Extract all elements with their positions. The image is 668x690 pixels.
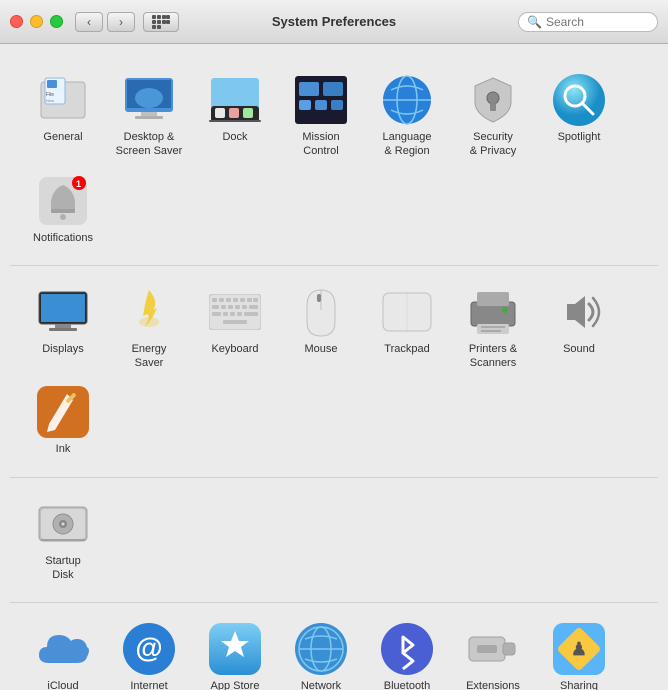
appstore-icon (209, 623, 261, 675)
pref-item-dock[interactable]: Dock (194, 68, 276, 165)
mission-icon (295, 74, 347, 126)
pref-item-spotlight[interactable]: Spotlight (538, 68, 620, 165)
pref-item-mouse[interactable]: Mouse (280, 280, 362, 377)
svg-text:♟: ♟ (571, 639, 587, 659)
pref-item-security[interactable]: Security& Privacy (452, 68, 534, 165)
security-icon (467, 74, 519, 126)
internet-label: InternetAccounts (126, 679, 171, 690)
svg-text:New: New (46, 98, 54, 103)
pref-item-extensions[interactable]: Extensions (452, 617, 534, 690)
dock-label: Dock (222, 130, 247, 144)
window-title: System Preferences (272, 14, 396, 29)
mouse-label: Mouse (304, 342, 337, 356)
keyboard-label: Keyboard (211, 342, 258, 356)
internet-icon: @ (123, 623, 175, 675)
personal-section: File New General Desktop &Screen Saver (10, 58, 658, 266)
pref-item-energy[interactable]: EnergySaver (108, 280, 190, 377)
extensions-icon (467, 623, 519, 675)
general-label: General (43, 130, 82, 144)
trackpad-icon (381, 286, 433, 338)
back-button[interactable]: ‹ (75, 12, 103, 32)
pref-item-mission[interactable]: MissionControl (280, 68, 362, 165)
traffic-lights (10, 15, 63, 28)
pref-item-trackpad[interactable]: Trackpad (366, 280, 448, 377)
ink-label: Ink (56, 442, 71, 456)
pref-item-startup[interactable]: StartupDisk (22, 492, 104, 589)
hardware-section: Displays EnergySaver (10, 270, 658, 478)
pref-item-network[interactable]: Network (280, 617, 362, 690)
extensions-label: Extensions (466, 679, 520, 690)
titlebar: ‹ › System Preferences 🔍 (0, 0, 668, 44)
pref-item-icloud[interactable]: iCloud (22, 617, 104, 690)
forward-button[interactable]: › (107, 12, 135, 32)
close-button[interactable] (10, 15, 23, 28)
dock-icon (209, 74, 261, 126)
startup-icon (37, 498, 89, 550)
trackpad-label: Trackpad (384, 342, 429, 356)
notifications-icon: 1 (37, 175, 89, 227)
pref-item-ink[interactable]: Ink (22, 380, 104, 462)
internet-section: iCloud @ InternetAccounts (10, 607, 658, 690)
general-icon: File New (37, 74, 89, 126)
network-label: Network (301, 679, 341, 690)
pref-item-language[interactable]: Language& Region (366, 68, 448, 165)
startup-label: StartupDisk (45, 554, 80, 583)
svg-text:1: 1 (76, 179, 81, 189)
printers-label: Printers &Scanners (469, 342, 517, 371)
energy-label: EnergySaver (132, 342, 167, 371)
nav-buttons: ‹ › (75, 12, 135, 32)
show-all-button[interactable] (143, 12, 179, 32)
bluetooth-icon (381, 623, 433, 675)
sharing-label: Sharing (560, 679, 598, 690)
search-icon: 🔍 (527, 15, 542, 29)
displays-icon (37, 286, 89, 338)
pref-item-desktop[interactable]: Desktop &Screen Saver (108, 68, 190, 165)
language-icon (381, 74, 433, 126)
pref-item-notifications[interactable]: 1 Notifications (22, 169, 104, 251)
sharing-icon: ♟ (553, 623, 605, 675)
icloud-icon (37, 623, 89, 675)
pref-item-appstore[interactable]: App Store (194, 617, 276, 690)
displays-label: Displays (42, 342, 84, 356)
pref-item-printers[interactable]: Printers &Scanners (452, 280, 534, 377)
language-label: Language& Region (383, 130, 432, 159)
notifications-label: Notifications (33, 231, 93, 245)
main-content: File New General Desktop &Screen Saver (0, 44, 668, 690)
sound-label: Sound (563, 342, 595, 356)
printers-icon (467, 286, 519, 338)
desktop-label: Desktop &Screen Saver (116, 130, 183, 159)
minimize-button[interactable] (30, 15, 43, 28)
maximize-button[interactable] (50, 15, 63, 28)
mouse-icon (295, 286, 347, 338)
pref-item-internet[interactable]: @ InternetAccounts (108, 617, 190, 690)
search-input[interactable] (546, 15, 649, 29)
pref-item-keyboard[interactable]: Keyboard (194, 280, 276, 377)
pref-item-bluetooth[interactable]: Bluetooth (366, 617, 448, 690)
search-box[interactable]: 🔍 (518, 12, 658, 32)
appstore-label: App Store (211, 679, 260, 690)
svg-text:@: @ (135, 632, 162, 663)
keyboard-icon (209, 286, 261, 338)
spotlight-icon (553, 74, 605, 126)
energy-icon (123, 286, 175, 338)
icloud-label: iCloud (47, 679, 78, 690)
desktop-icon (123, 74, 175, 126)
security-label: Security& Privacy (470, 130, 516, 159)
pref-item-general[interactable]: File New General (22, 68, 104, 165)
pref-item-sound[interactable]: Sound (538, 280, 620, 377)
network-icon (295, 623, 347, 675)
spotlight-label: Spotlight (558, 130, 601, 144)
mission-label: MissionControl (302, 130, 339, 159)
startup-section: StartupDisk (10, 482, 658, 604)
pref-item-sharing[interactable]: ♟ Sharing (538, 617, 620, 690)
pref-item-displays[interactable]: Displays (22, 280, 104, 377)
bluetooth-label: Bluetooth (384, 679, 430, 690)
sound-icon (553, 286, 605, 338)
ink-icon (37, 386, 89, 438)
